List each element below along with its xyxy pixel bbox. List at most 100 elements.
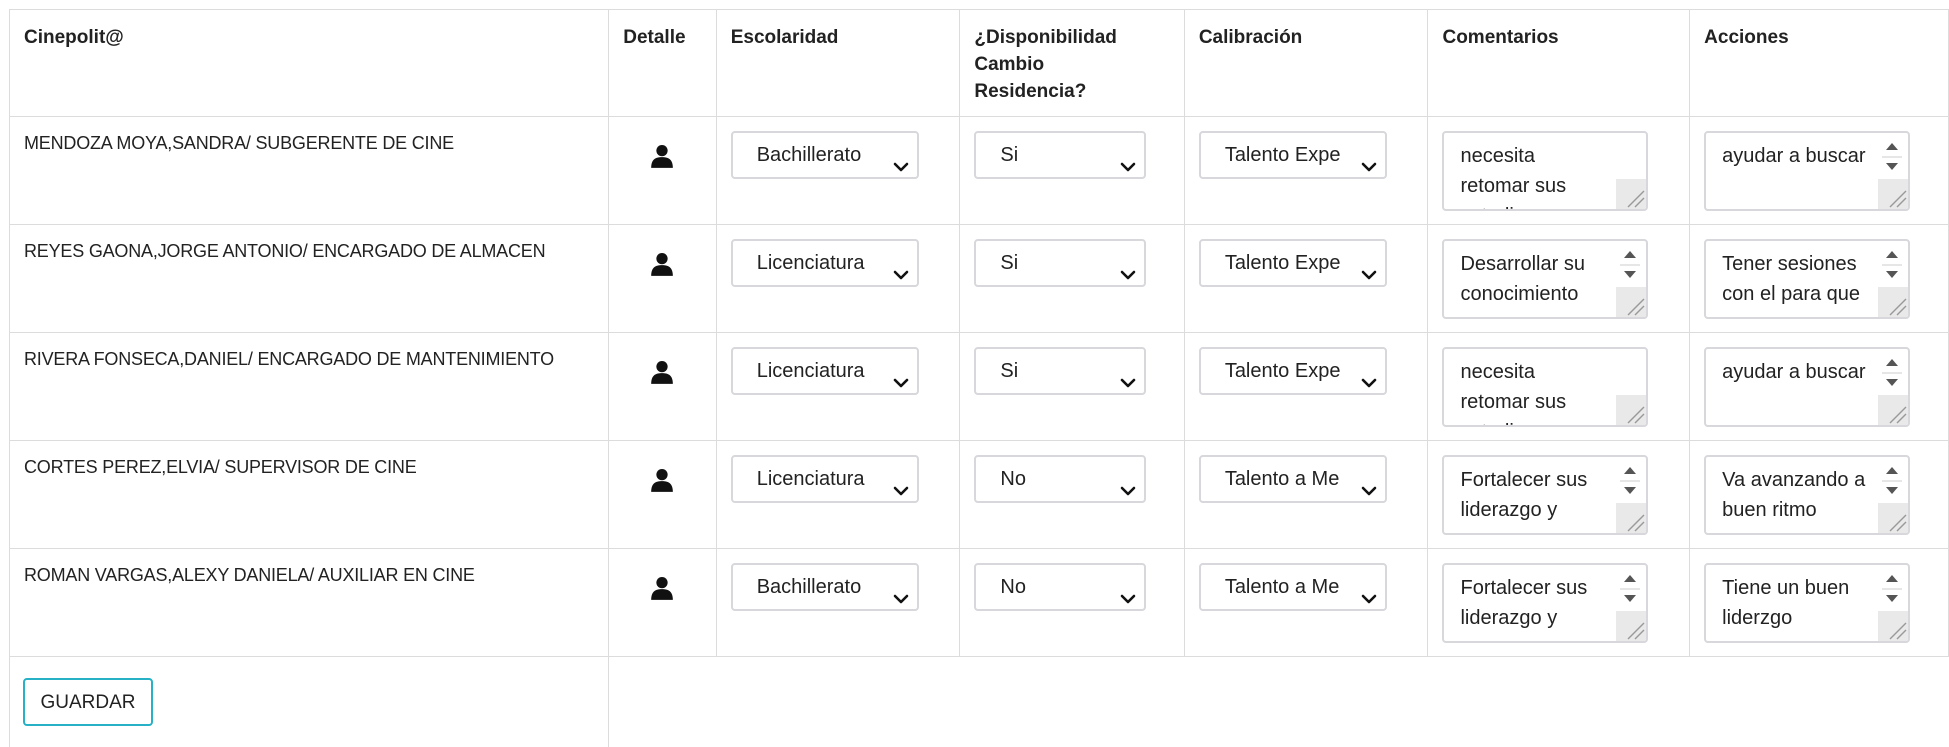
chevron-down-icon xyxy=(893,363,909,388)
calibracion-select-value: Talento a Me xyxy=(1224,576,1340,598)
calibracion-select[interactable]: Talento a Me xyxy=(1198,455,1387,503)
detail-cell xyxy=(608,224,717,333)
disponibilidad-cell: Si xyxy=(959,332,1185,441)
chevron-down-icon xyxy=(893,147,909,172)
save-button[interactable]: GUARDAR xyxy=(23,678,153,726)
disponibilidad-cell: No xyxy=(959,548,1185,657)
calibracion-select[interactable]: Talento Expe xyxy=(1198,131,1387,179)
spinner-arrows-icon[interactable] xyxy=(1616,567,1644,611)
chevron-down-icon xyxy=(1361,471,1377,496)
escolaridad-select[interactable]: Bachillerato xyxy=(730,563,919,611)
col-header-escolaridad: Escolaridad xyxy=(715,9,961,117)
escolaridad-select[interactable]: Licenciatura xyxy=(730,239,919,287)
col-header-cinepolit: Cinepolit@ xyxy=(8,9,610,117)
disponibilidad-select[interactable]: No xyxy=(974,563,1147,611)
acciones-textarea[interactable]: ayudar a buscar xyxy=(1704,347,1911,427)
resize-grip-icon[interactable] xyxy=(1616,395,1647,425)
resize-grip-icon[interactable] xyxy=(1616,287,1647,317)
resize-grip-icon[interactable] xyxy=(1878,503,1909,533)
escolaridad-cell: Bachillerato xyxy=(715,548,961,657)
resize-grip-icon[interactable] xyxy=(1616,179,1647,209)
comentarios-textarea-text: Fortalecer sus liderazgo y xyxy=(1460,577,1588,629)
detail-cell xyxy=(608,332,717,441)
disponibilidad-select-value: No xyxy=(1000,468,1026,490)
spinner-arrows-icon[interactable] xyxy=(1878,135,1906,179)
disponibilidad-select[interactable]: Si xyxy=(974,131,1147,179)
chevron-down-icon xyxy=(1361,147,1377,172)
spinner-arrows-icon[interactable] xyxy=(1878,243,1906,287)
disponibilidad-select[interactable]: Si xyxy=(974,239,1147,287)
calibracion-select[interactable]: Talento Expe xyxy=(1198,239,1387,287)
spinner-arrows-icon[interactable] xyxy=(1616,243,1644,287)
chevron-down-icon xyxy=(1120,579,1136,604)
escolaridad-cell: Licenciatura xyxy=(715,440,961,549)
table-row: CORTES PEREZ,ELVIA/ SUPERVISOR DE CINE L… xyxy=(8,440,1949,549)
person-icon[interactable] xyxy=(649,575,675,601)
comentarios-textarea[interactable]: Fortalecer sus liderazgo y xyxy=(1442,563,1649,643)
detail-cell xyxy=(608,548,717,657)
table-row: RIVERA FONSECA,DANIEL/ ENCARGADO DE MANT… xyxy=(8,332,1949,441)
escolaridad-cell: Licenciatura xyxy=(715,224,961,333)
comentarios-textarea-text: necesita retomar sus estudios xyxy=(1460,361,1567,425)
escolaridad-select[interactable]: Licenciatura xyxy=(730,455,919,503)
acciones-textarea[interactable]: Va avanzando a buen ritmo xyxy=(1704,455,1911,535)
person-icon[interactable] xyxy=(649,143,675,169)
comentarios-textarea[interactable]: necesita retomar sus estudios xyxy=(1442,131,1649,211)
employee-name: MENDOZA MOYA,SANDRA/ SUBGERENTE DE CINE xyxy=(8,116,610,225)
spinner-arrows-icon[interactable] xyxy=(1878,351,1906,395)
acciones-textarea[interactable]: Tener sesiones con el para que xyxy=(1704,239,1911,319)
calibracion-select[interactable]: Talento Expe xyxy=(1198,347,1387,395)
escolaridad-select[interactable]: Bachillerato xyxy=(730,131,919,179)
person-icon[interactable] xyxy=(649,359,675,385)
calibracion-select-value: Talento a Me xyxy=(1224,468,1340,490)
resize-grip-icon[interactable] xyxy=(1878,287,1909,317)
escolaridad-cell: Licenciatura xyxy=(715,332,961,441)
detail-cell xyxy=(608,116,717,225)
col-header-comentarios: Comentarios xyxy=(1427,9,1691,117)
escolaridad-select-value: Licenciatura xyxy=(756,252,865,274)
chevron-down-icon xyxy=(1120,363,1136,388)
acciones-cell: Va avanzando a buen ritmo xyxy=(1689,440,1949,549)
comentarios-textarea[interactable]: necesita retomar sus estudios xyxy=(1442,347,1649,427)
acciones-cell: Tiene un buen liderzgo xyxy=(1689,548,1949,657)
employee-name: RIVERA FONSECA,DANIEL/ ENCARGADO DE MANT… xyxy=(8,332,610,441)
resize-grip-icon[interactable] xyxy=(1878,395,1909,425)
acciones-textarea[interactable]: ayudar a buscar xyxy=(1704,131,1911,211)
acciones-textarea-text: Tener sesiones con el para que xyxy=(1722,253,1861,305)
spinner-arrows-icon[interactable] xyxy=(1616,459,1644,503)
chevron-down-icon xyxy=(893,471,909,496)
calibracion-select-value: Talento Expe xyxy=(1224,144,1341,166)
acciones-textarea[interactable]: Tiene un buen liderzgo xyxy=(1704,563,1911,643)
acciones-cell: ayudar a buscar xyxy=(1689,332,1949,441)
table-row: ROMAN VARGAS,ALEXY DANIELA/ AUXILIAR EN … xyxy=(8,548,1949,657)
resize-grip-icon[interactable] xyxy=(1616,611,1647,641)
person-icon[interactable] xyxy=(649,467,675,493)
col-header-calibracion: Calibración xyxy=(1183,9,1429,117)
resize-grip-icon[interactable] xyxy=(1878,179,1909,209)
chevron-down-icon xyxy=(1120,255,1136,280)
resize-grip-icon[interactable] xyxy=(1616,503,1647,533)
chevron-down-icon xyxy=(893,255,909,280)
spinner-arrows-icon[interactable] xyxy=(1878,459,1906,503)
comentarios-textarea-text: necesita retomar sus estudios xyxy=(1460,145,1567,209)
resize-grip-icon[interactable] xyxy=(1878,611,1909,641)
employee-name: CORTES PEREZ,ELVIA/ SUPERVISOR DE CINE xyxy=(8,440,610,549)
disponibilidad-select[interactable]: Si xyxy=(974,347,1147,395)
col-header-detalle: Detalle xyxy=(608,9,717,117)
acciones-cell: Tener sesiones con el para que xyxy=(1689,224,1949,333)
comentarios-textarea[interactable]: Desarrollar su conocimiento xyxy=(1442,239,1649,319)
escolaridad-select[interactable]: Licenciatura xyxy=(730,347,919,395)
person-icon[interactable] xyxy=(649,251,675,277)
comentarios-cell: necesita retomar sus estudios xyxy=(1427,332,1691,441)
disponibilidad-select-value: Si xyxy=(1000,252,1019,274)
header-row: Cinepolit@ Detalle Escolaridad ¿Disponib… xyxy=(8,9,1949,117)
comentarios-textarea[interactable]: Fortalecer sus liderazgo y xyxy=(1442,455,1649,535)
spinner-arrows-icon[interactable] xyxy=(1878,567,1906,611)
disponibilidad-select-value: Si xyxy=(1000,144,1019,166)
acciones-textarea-text: Tiene un buen liderzgo xyxy=(1722,577,1850,629)
calibracion-select[interactable]: Talento a Me xyxy=(1198,563,1387,611)
comentarios-textarea-text: Fortalecer sus liderazgo y xyxy=(1460,469,1588,521)
disponibilidad-select[interactable]: No xyxy=(974,455,1147,503)
employee-name: REYES GAONA,JORGE ANTONIO/ ENCARGADO DE … xyxy=(8,224,610,333)
calibracion-cell: Talento Expe xyxy=(1183,116,1429,225)
